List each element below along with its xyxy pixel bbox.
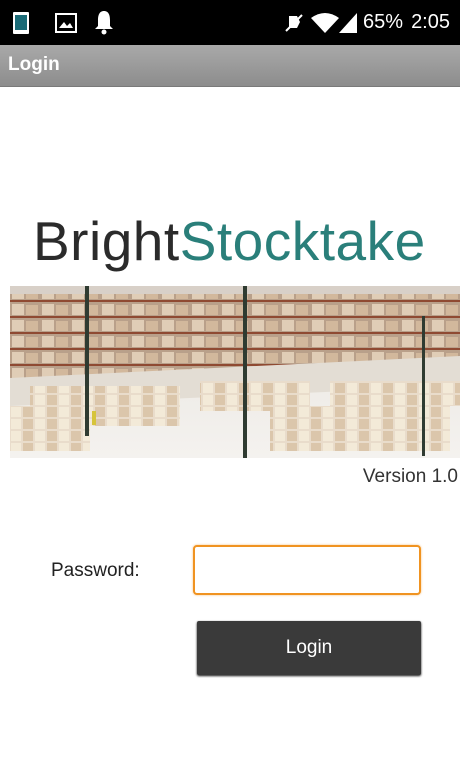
brand-logo: BrightStocktake: [33, 214, 426, 269]
login-button[interactable]: Login: [197, 621, 421, 675]
image-icon: [55, 13, 77, 33]
app-bar: Login: [0, 45, 460, 87]
logo-part-bright: Bright: [33, 210, 180, 272]
clock: 2:05: [411, 11, 450, 33]
mute-icon: [285, 13, 303, 32]
phone-icon: [13, 12, 29, 34]
password-input[interactable]: [193, 545, 421, 595]
notification-bell-icon: [95, 11, 113, 35]
status-bar: 65% 2:05: [0, 0, 460, 45]
wifi-icon: [311, 12, 340, 33]
password-label: Password:: [51, 560, 140, 581]
version-text: Version 1.0: [362, 466, 458, 487]
signal-icon: [339, 12, 358, 33]
warehouse-banner-image: [10, 286, 460, 458]
logo-part-stocktake: Stocktake: [179, 210, 426, 272]
page-title: Login: [8, 54, 60, 75]
battery-percent: 65%: [363, 11, 404, 33]
